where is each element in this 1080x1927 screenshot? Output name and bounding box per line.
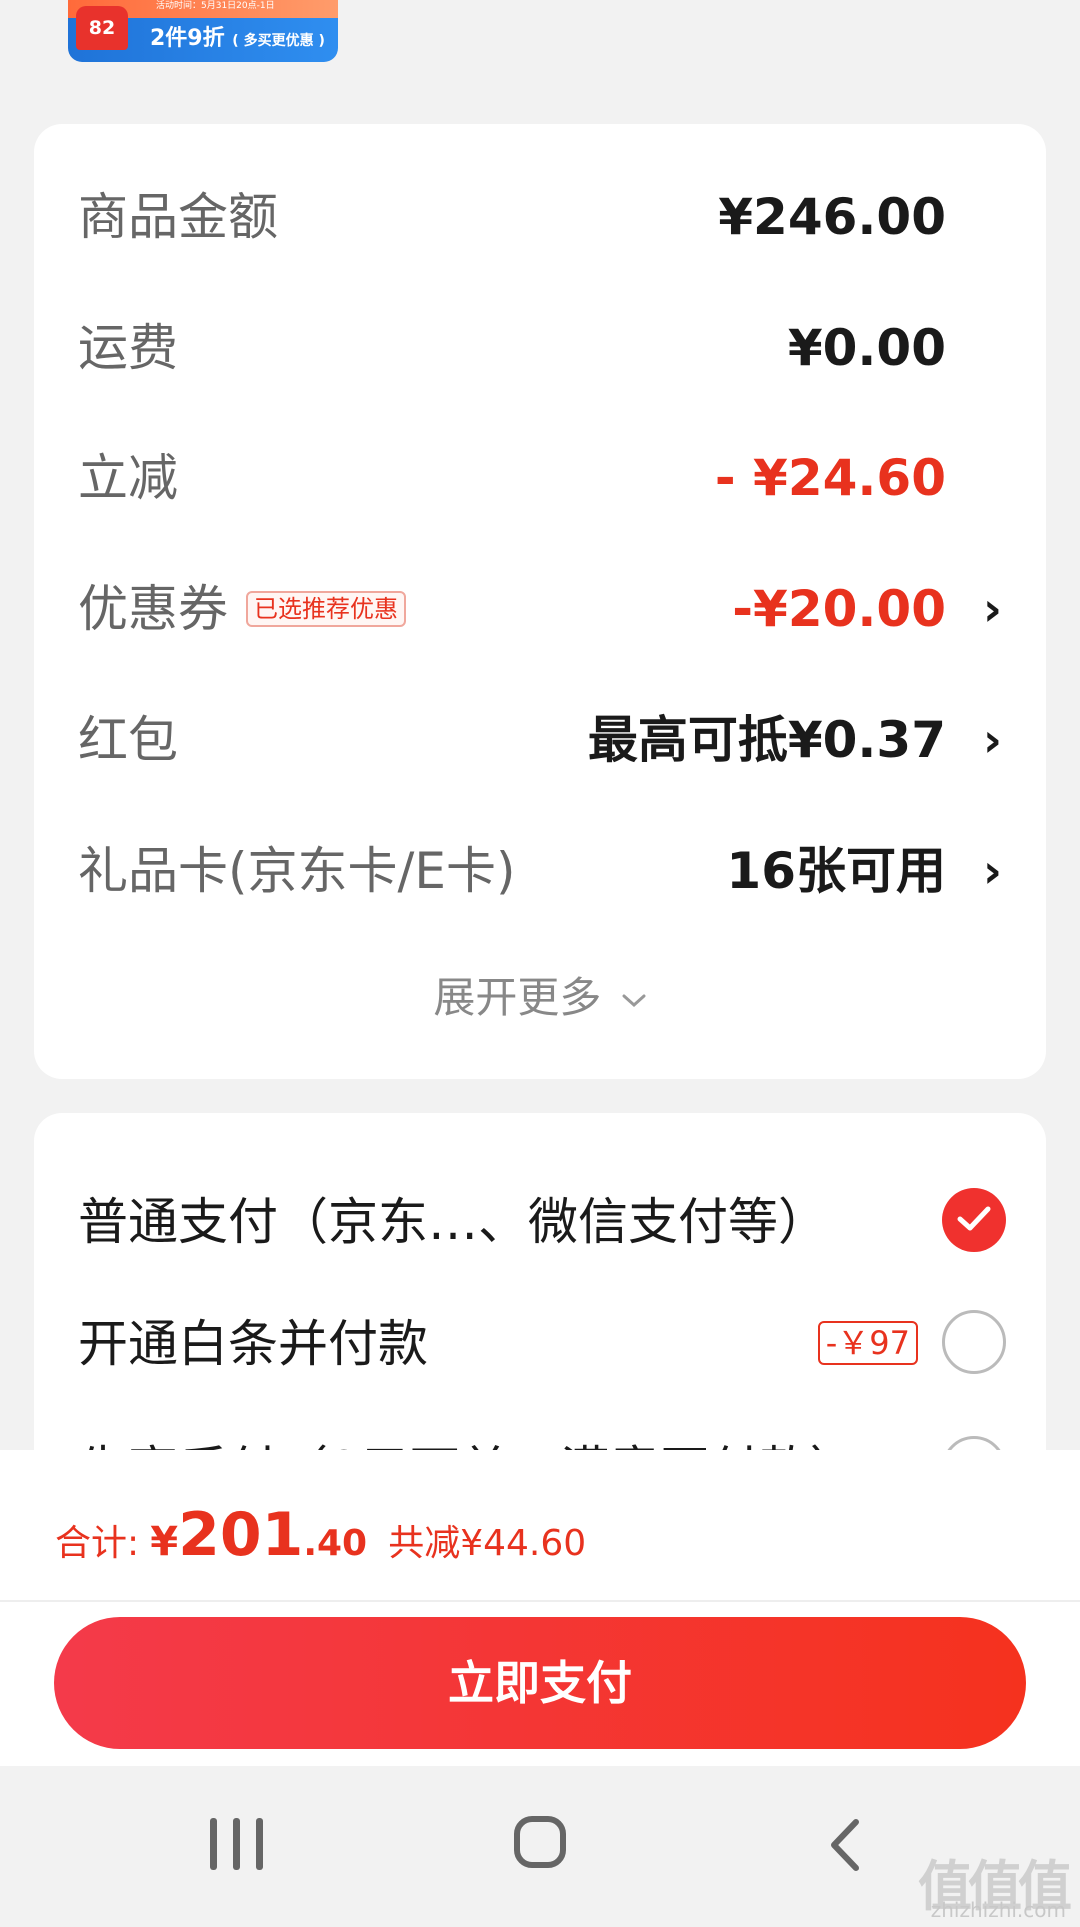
summary-value: 16张可用 — [726, 842, 946, 900]
total-savings: 共减¥44.60 — [388, 1523, 587, 1564]
summary-value: -¥20.00 — [732, 580, 946, 638]
summary-row-coupon[interactable]: 优惠券 已选推荐优惠 -¥20.00 › — [78, 569, 1002, 649]
checkout-bar: 合计: ¥201.40 共减¥44.60 立即支付 — [0, 1450, 1080, 1766]
coupon-recommended-tag: 已选推荐优惠 — [246, 590, 406, 627]
chevron-down-icon — [622, 994, 646, 1007]
total-decimal: .40 — [303, 1523, 368, 1564]
baitiao-discount-tag: -￥97 — [817, 1321, 918, 1365]
total-label: 合计: — [55, 1523, 140, 1564]
summary-value: 最高可抵¥0.37 — [587, 711, 946, 769]
promo-discount: 2件9折 — [150, 26, 225, 51]
back-icon[interactable] — [828, 1818, 862, 1872]
summary-row-gift-card[interactable]: 礼品卡(京东卡/E卡) 16张可用 › — [78, 831, 1002, 911]
expand-more-button[interactable]: 展开更多 — [34, 964, 1046, 1025]
coupon-label: 优惠券 — [78, 580, 228, 638]
summary-row-red-packet[interactable]: 红包 最高可抵¥0.37 › — [78, 700, 1002, 780]
promo-price-badge: 82 — [76, 6, 128, 50]
promo-subtext: ( 多买更优惠 ) — [232, 33, 325, 49]
summary-value: ¥246.00 — [718, 188, 946, 246]
summary-value: ¥0.00 — [787, 319, 946, 377]
payment-option-normal[interactable]: 普通支付（京东…、微信支付等） — [78, 1177, 1006, 1267]
chevron-right-icon: › — [983, 844, 1002, 898]
promo-date: 活动时间：5月31日20点-1日 — [156, 1, 275, 11]
payment-option-label: 普通支付（京东…、微信支付等） — [78, 1193, 828, 1251]
price-summary-card: 商品金额 ¥246.00 运费 ¥0.00 立减 - ¥24.60 优惠券 已选推… — [34, 124, 1046, 1079]
chevron-right-icon: › — [983, 713, 1002, 767]
expand-more-label: 展开更多 — [433, 973, 602, 1022]
radio-checked-icon[interactable] — [942, 1188, 1006, 1252]
payment-option-label: 开通白条并付款 — [78, 1315, 428, 1373]
summary-row-shipping: 运费 ¥0.00 — [78, 308, 1002, 388]
summary-label: 优惠券 已选推荐优惠 — [78, 569, 406, 649]
recents-icon[interactable] — [210, 1818, 264, 1870]
divider — [0, 1600, 1080, 1602]
pay-now-button[interactable]: 立即支付 — [54, 1617, 1026, 1749]
order-total: 合计: ¥201.40 共减¥44.60 — [55, 1500, 586, 1570]
summary-label: 运费 — [78, 319, 178, 377]
summary-label: 商品金额 — [78, 188, 278, 246]
payment-option-baitiao[interactable]: 开通白条并付款 -￥97 — [78, 1299, 1006, 1389]
home-icon[interactable] — [514, 1816, 566, 1868]
summary-value: - ¥24.60 — [714, 449, 946, 507]
watermark-url: zhizhizhi.com — [930, 1898, 1066, 1922]
summary-label: 礼品卡(京东卡/E卡) — [78, 842, 516, 900]
promo-main-text: 2件9折 ( 多买更优惠 ) — [150, 20, 325, 52]
chevron-right-icon: › — [983, 582, 1002, 636]
summary-label: 立减 — [78, 449, 178, 507]
summary-label: 红包 — [78, 711, 178, 769]
promo-banner[interactable]: 活动时间：5月31日20点-1日 82 2件9折 ( 多买更优惠 ) — [68, 0, 338, 62]
radio-unchecked-icon[interactable] — [942, 1310, 1006, 1374]
summary-row-goods-amount: 商品金额 ¥246.00 — [78, 177, 1002, 257]
summary-row-instant-discount: 立减 - ¥24.60 — [78, 438, 1002, 518]
total-integer: 201 — [178, 1500, 304, 1570]
currency-symbol: ¥ — [150, 1519, 179, 1565]
